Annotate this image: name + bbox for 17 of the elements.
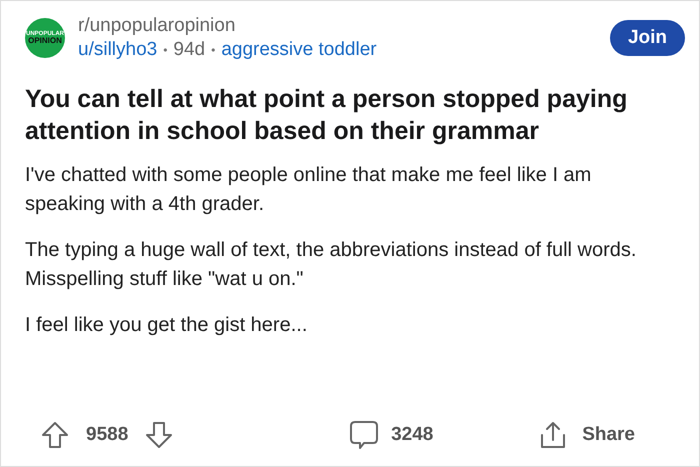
comment-icon[interactable]	[349, 420, 380, 450]
post-age: 94d	[173, 39, 206, 61]
downvote-icon[interactable]	[144, 420, 174, 450]
comment-count: 3248	[391, 424, 434, 446]
vote-count: 9588	[86, 424, 128, 446]
join-button[interactable]: Join	[610, 20, 685, 56]
post-title: You can tell at what point a person stopped paying attention in school based on their grammar	[25, 84, 628, 147]
post-paragraph: I've chatted with some people online that make me feel like I am speaking with a 4th grader.	[25, 163, 592, 217]
user-flair: aggressive toddler	[221, 39, 377, 61]
share-button[interactable]: Share	[538, 420, 635, 450]
post-paragraph: The typing a huge wall of text, the abbreviations instead of full words. Misspelling stuff like "wat u on."	[25, 238, 638, 292]
author-link[interactable]: u/sillyho3	[78, 39, 158, 61]
separator-dot: •	[163, 43, 168, 57]
community-name[interactable]: r/unpopularopinion	[78, 15, 597, 37]
upvote-icon[interactable]	[40, 420, 70, 450]
post-paragraph: I feel like you get the gist here...	[25, 313, 308, 338]
separator-dot: •	[211, 43, 216, 57]
